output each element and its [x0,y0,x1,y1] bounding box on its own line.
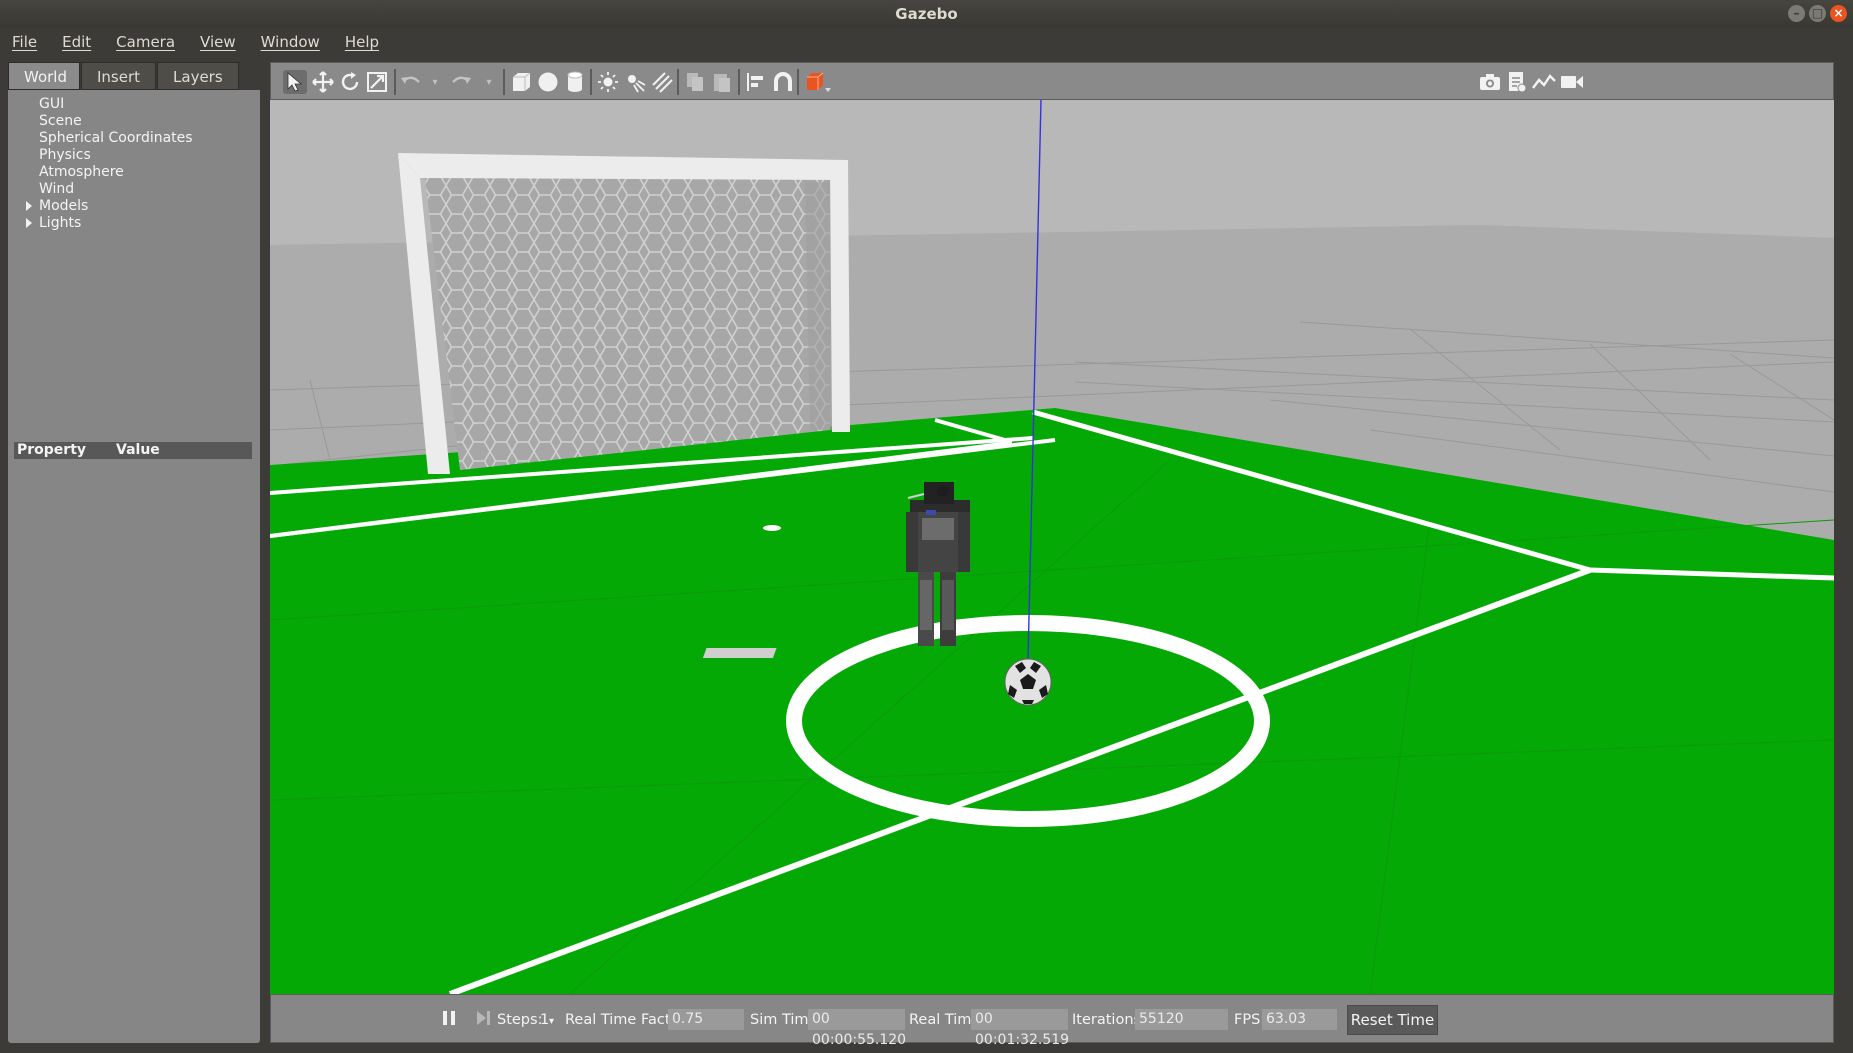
screenshot-icon[interactable] [1478,70,1502,94]
pause-icon[interactable] [441,1009,457,1032]
tree-item-label: Lights [39,215,82,231]
toolbar-separator [590,69,592,95]
world-tree: GUI Scene Spherical Coordinates Physics … [8,96,260,232]
menu-view[interactable]: View [188,33,249,51]
plot-icon[interactable] [1532,70,1556,94]
sphere-shape-icon[interactable] [536,70,560,94]
align-icon[interactable] [744,70,768,94]
toolbar-separator [677,69,679,95]
undo-dropdown-icon[interactable]: ▾ [423,70,447,94]
paste-icon[interactable] [710,70,734,94]
property-column-header: Property [17,442,87,458]
window-titlebar: Gazebo – □ × [0,0,1853,28]
undo-icon[interactable] [399,70,423,94]
window-title: Gazebo [895,5,958,23]
tree-item-label: Atmosphere [39,164,124,180]
maximize-button[interactable]: □ [1809,5,1826,22]
left-panel: World Insert Layers GUI Scene Spherical … [8,62,260,1043]
translate-icon[interactable] [311,70,335,94]
fps-label: FPS: [1234,1012,1266,1028]
scale-icon[interactable] [365,70,389,94]
value-column-header: Value [116,442,160,458]
toolbar-separator [797,69,799,95]
log-icon[interactable] [1505,70,1529,94]
rotate-icon[interactable] [338,70,362,94]
tree-item-label: Physics [39,147,91,163]
tree-item-atmosphere[interactable]: Atmosphere [8,164,260,181]
cylinder-shape-icon[interactable] [563,70,587,94]
real-time-field: 00 00:01:32.519 [971,1009,1069,1048]
select-arrow-icon[interactable] [283,70,307,94]
property-table-header: Property Value [14,442,252,459]
menu-file[interactable]: File [0,33,50,51]
tree-item-label: Wind [39,181,75,197]
toolbar-separator [394,69,396,95]
tree-item-spherical-coordinates[interactable]: Spherical Coordinates [8,130,260,147]
tree-item-gui[interactable]: GUI [8,96,260,113]
tree-item-wind[interactable]: Wind [8,181,260,198]
toolbar-separator [503,69,505,95]
scene-viewport[interactable] [270,100,1834,994]
tree-item-label: Scene [39,113,82,129]
window-controls: – □ × [1788,5,1847,22]
menu-edit[interactable]: Edit [50,33,104,51]
tab-layers[interactable]: Layers [157,62,239,90]
time-panel: Steps: 1 ▾ Real Time Factor: 0.75 Sim Ti… [270,994,1834,1048]
expand-arrow-icon[interactable] [26,218,32,228]
fps-field: 63.03 [1262,1009,1337,1030]
redo-icon[interactable] [449,70,473,94]
record-video-icon[interactable] [1560,70,1584,94]
steps-dropdown-icon[interactable]: ▾ [549,1013,554,1031]
spot-light-icon[interactable] [623,70,647,94]
tree-item-physics[interactable]: Physics [8,147,260,164]
directional-light-icon[interactable] [650,70,674,94]
rtf-field: 0.75 [668,1009,744,1030]
view-angle-icon[interactable] [803,70,833,94]
menu-window[interactable]: Window [249,33,333,51]
goal-net [425,178,830,470]
snap-magnet-icon[interactable] [771,70,795,94]
menu-camera[interactable]: Camera [104,33,188,51]
point-light-icon[interactable] [596,70,620,94]
tree-item-label: Models [39,198,89,214]
steps-spinbox[interactable]: 1 [540,1011,549,1029]
panel-tabs: World Insert Layers [8,62,260,90]
iterations-field: 55120 [1135,1009,1228,1030]
box-shape-icon[interactable] [509,70,533,94]
copy-icon[interactable] [683,70,707,94]
sim-time-field: 00 00:00:55.120 [808,1009,906,1048]
menu-bar: File Edit Camera View Window Help [0,28,1853,56]
expand-arrow-icon[interactable] [26,201,32,211]
minimize-button[interactable]: – [1788,5,1805,22]
reset-time-button[interactable]: Reset Time [1347,1005,1438,1035]
redo-dropdown-icon[interactable]: ▾ [477,70,501,94]
tab-insert[interactable]: Insert [81,62,157,90]
tree-item-models[interactable]: Models [8,198,260,215]
toolbar-separator [738,69,740,95]
world-pane: GUI Scene Spherical Coordinates Physics … [8,90,260,1043]
scene-render [270,100,1834,994]
steps-label: Steps: [497,1012,543,1028]
close-button[interactable]: × [1830,5,1847,22]
step-icon[interactable] [475,1009,491,1032]
menu-help[interactable]: Help [333,33,392,51]
tree-item-label: Spherical Coordinates [39,130,193,146]
soccer-ball[interactable] [1004,658,1052,706]
tree-item-scene[interactable]: Scene [8,113,260,130]
tab-world[interactable]: World [8,62,80,90]
scene-toolbar: ▾ ▾ [270,62,1834,100]
tree-item-label: GUI [39,96,65,112]
tree-item-lights[interactable]: Lights [8,215,260,232]
